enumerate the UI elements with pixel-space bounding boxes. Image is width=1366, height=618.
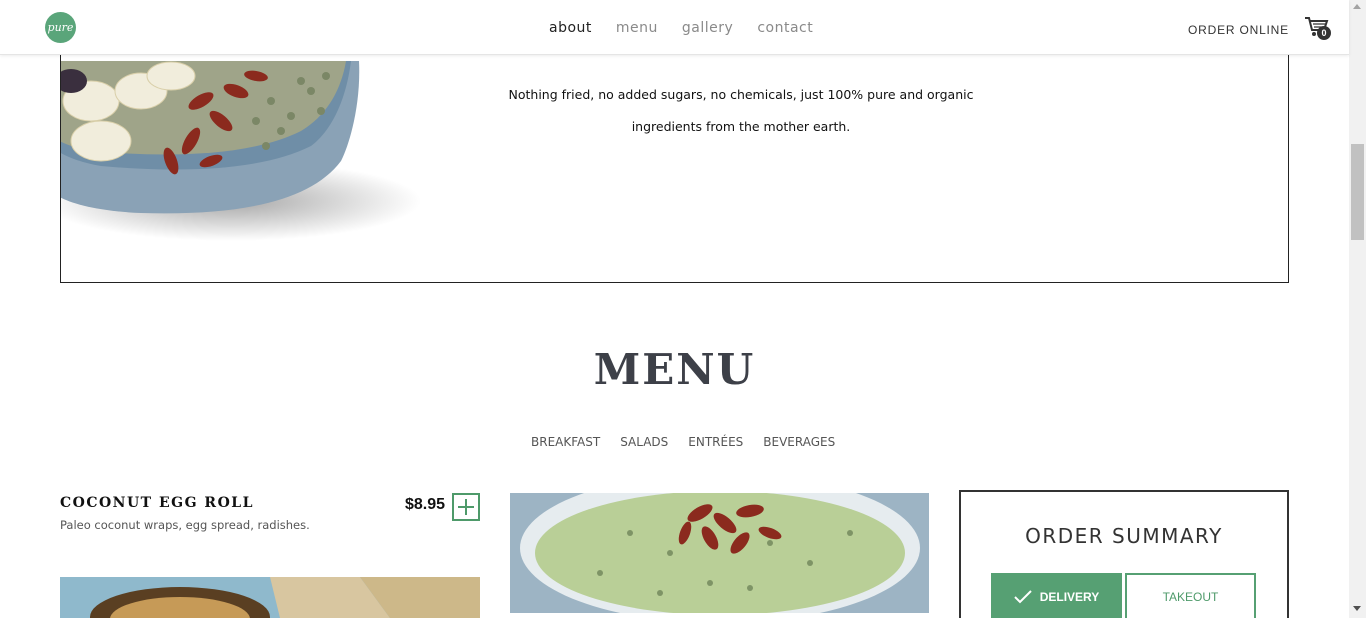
scroll-up-arrow-icon[interactable]: [1353, 4, 1361, 9]
acai-bowl-image: [61, 61, 421, 241]
coconut-egg-roll-photo: [60, 577, 480, 618]
green-bowl-photo: [510, 493, 929, 613]
nav-about[interactable]: about: [549, 20, 592, 36]
menu-heading: MENU: [593, 345, 756, 394]
order-summary-panel: ORDER SUMMARY DELIVERY TAKEOUT: [959, 490, 1289, 618]
nav-gallery[interactable]: gallery: [682, 20, 733, 36]
menu-item-price: $8.95: [405, 496, 446, 513]
logo-text: pure: [47, 21, 74, 34]
takeout-button[interactable]: TAKEOUT: [1125, 573, 1256, 618]
takeout-label: TAKEOUT: [1162, 589, 1219, 604]
cart-count-badge: 0: [1317, 26, 1331, 40]
brand-logo[interactable]: pure: [45, 12, 76, 43]
about-section: Nothing fried, no added sugars, no chemi…: [60, 20, 1289, 283]
main-nav: about menu gallery contact: [549, 20, 813, 36]
site-header: pure about menu gallery contact ORDER ON…: [0, 0, 1349, 55]
about-line-1: Nothing fried, no added sugars, no chemi…: [508, 87, 974, 102]
delivery-label: DELIVERY: [1039, 589, 1100, 604]
nav-menu[interactable]: menu: [616, 20, 658, 36]
page-scrollbar[interactable]: [1349, 0, 1366, 618]
delivery-button[interactable]: DELIVERY: [991, 573, 1122, 618]
about-line-2: ingredients from the mother earth.: [631, 119, 851, 134]
about-description: Nothing fried, no added sugars, no chemi…: [501, 79, 981, 143]
menu-category-tabs: BREAKFAST SALADS ENTRÉES BEVERAGES: [531, 435, 835, 449]
scroll-down-arrow-icon[interactable]: [1353, 606, 1361, 611]
tab-entrees[interactable]: ENTRÉES: [688, 435, 743, 449]
check-icon: [1013, 589, 1032, 603]
order-summary-title: ORDER SUMMARY: [1025, 524, 1223, 548]
add-to-order-button[interactable]: [452, 493, 480, 521]
scroll-thumb[interactable]: [1351, 144, 1364, 240]
tab-beverages[interactable]: BEVERAGES: [763, 435, 835, 449]
tab-breakfast[interactable]: BREAKFAST: [531, 435, 600, 449]
order-online-link[interactable]: ORDER ONLINE: [1188, 23, 1289, 37]
menu-item-name: COCONUT EGG ROLL: [60, 495, 254, 511]
menu-item-description: Paleo coconut wraps, egg spread, radishe…: [60, 518, 310, 532]
tab-salads[interactable]: SALADS: [620, 435, 668, 449]
nav-contact[interactable]: contact: [757, 20, 813, 36]
